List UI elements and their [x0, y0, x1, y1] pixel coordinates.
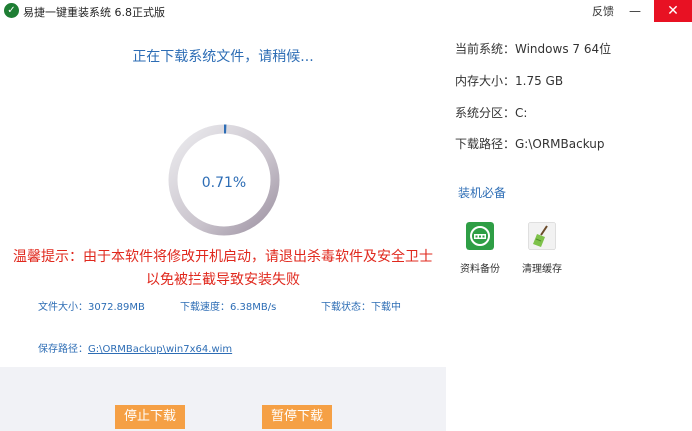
save-path-label: 保存路径： — [38, 344, 88, 355]
warning-text-line2: 以免被拦截导致安装失败 — [146, 272, 300, 288]
download-state-label: 下载状态：下载中 — [321, 302, 401, 313]
save-path-link[interactable]: G:\ORMBackup\win7x64.wim — [88, 344, 232, 355]
minimize-button[interactable]: — — [624, 0, 646, 22]
tools-section-title: 装机必备 — [458, 186, 507, 200]
clean-cache-tool-label: 清理缓存 — [522, 264, 562, 275]
clean-cache-tool-button[interactable]: 清理缓存 — [512, 221, 572, 275]
app-logo-icon: ✓ — [4, 3, 19, 18]
button-bar — [0, 367, 446, 431]
backup-tool-button[interactable]: 资料备份 — [450, 222, 510, 275]
broom-icon — [527, 221, 557, 251]
stop-download-button[interactable]: 停止下载 — [115, 405, 185, 429]
memory-info: 内存大小：1.75 GB — [455, 74, 564, 88]
file-size-label: 文件大小：3072.89MB — [38, 302, 145, 313]
progress-percent: 0.71% — [201, 175, 247, 191]
download-status-title: 正在下载系统文件，请稍候... — [132, 49, 314, 65]
partition-info: 系统分区：C: — [455, 106, 528, 120]
pause-download-button[interactable]: 暂停下载 — [262, 405, 332, 429]
system-info-panel: 当前系统：Windows 7 64位 内存大小：1.75 GB 系统分区：C: … — [446, 22, 692, 431]
download-panel: 正在下载系统文件，请稍候... 0.71% 温馨提示：由于本软件将修改开机启动，… — [0, 22, 446, 431]
current-system-info: 当前系统：Windows 7 64位 — [455, 42, 612, 56]
window-title: 易捷一键重装系统 6.8正式版 — [23, 6, 165, 19]
backup-tool-label: 资料备份 — [460, 264, 500, 275]
save-path: 保存路径：G:\ORMBackup\win7x64.wim — [38, 340, 232, 355]
download-path-info: 下载路径：G:\ORMBackup — [455, 137, 605, 151]
download-speed-label: 下载速度：6.38MB/s — [180, 302, 277, 313]
title-bar: ✓ 易捷一键重装系统 6.8正式版 反馈 — ✕ — [0, 0, 692, 22]
feedback-link[interactable]: 反馈 — [592, 3, 614, 19]
warning-text-line1: 温馨提示：由于本软件将修改开机启动，请退出杀毒软件及安全卫士 — [13, 249, 433, 265]
close-button[interactable]: ✕ — [654, 0, 692, 22]
backup-icon — [466, 222, 494, 250]
